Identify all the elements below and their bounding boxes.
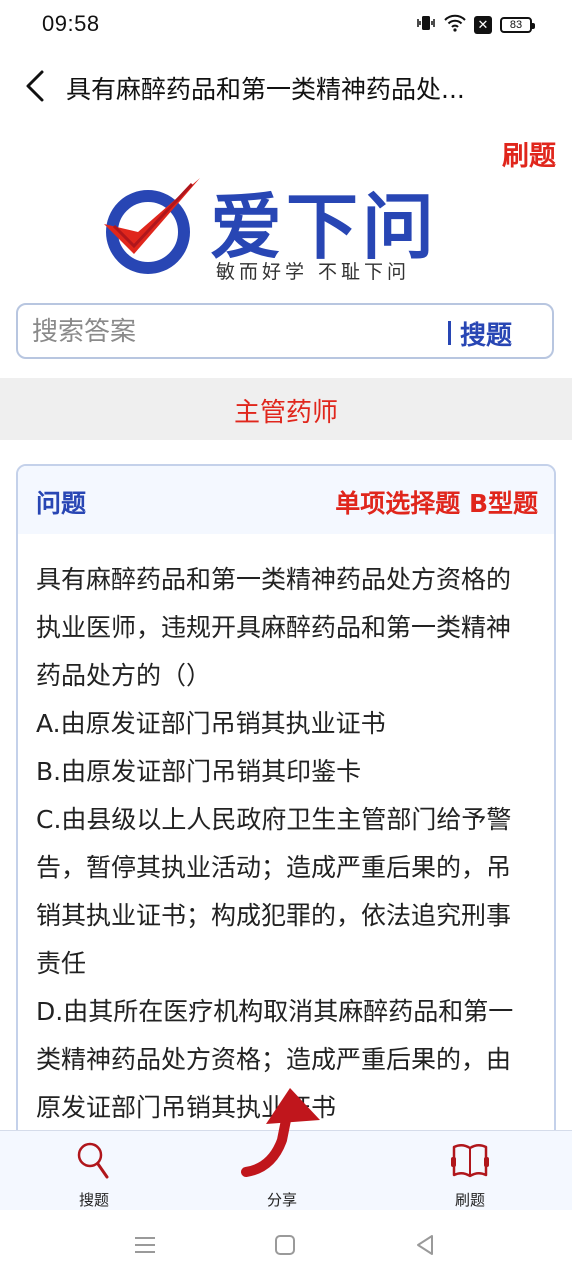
question-type: 单项选择题 B型题 (335, 489, 538, 518)
tab-brush[interactable]: 刷题 (420, 1137, 520, 1209)
option-b: B.由原发证部门吊销其印鉴卡 (36, 757, 362, 786)
search-divider (448, 321, 451, 345)
question-stem: 具有麻醉药品和第一类精神药品处方资格的执业医师，违规开具麻醉药品和第一类精神药品… (36, 565, 512, 690)
question-card-header: 问题 单项选择题 B型题 (18, 466, 554, 534)
menu-button[interactable] (130, 1230, 160, 1260)
brush-questions-link[interactable]: 刷题 (502, 134, 556, 173)
vibrate-icon (416, 13, 436, 37)
home-icon (275, 1235, 295, 1255)
back-nav-button[interactable] (410, 1230, 440, 1260)
question-card: 问题 单项选择题 B型题 具有麻醉药品和第一类精神药品处方资格的执业医师，违规开… (16, 464, 556, 1164)
category-band: 主管药师 (0, 378, 572, 440)
search-icon (77, 1142, 109, 1179)
battery-level: 83 (509, 19, 523, 31)
tab-brush-label: 刷题 (454, 1191, 485, 1209)
back-triangle-icon (417, 1235, 433, 1255)
search-button[interactable]: 搜题 (460, 315, 512, 352)
navigation-bar: 具有麻醉药品和第一类精神药品处... (0, 50, 572, 120)
home-button[interactable] (270, 1230, 300, 1260)
tab-search[interactable]: 搜题 (44, 1137, 144, 1209)
back-button[interactable] (18, 66, 54, 106)
status-icons: ✕ 83 (416, 13, 535, 37)
logo-slogan: 敏而好学 不耻下问 (216, 261, 410, 283)
status-bar: 09:58 ✕ 83 (0, 0, 572, 50)
logo: 爱下问 敏而好学 不耻下问 (100, 174, 480, 284)
book-icon (451, 1144, 489, 1178)
search-box: 搜题 (16, 303, 554, 359)
logo-mark: 爱下问 敏而好学 不耻下问 (104, 178, 438, 283)
category-title: 主管药师 (233, 398, 338, 428)
battery-icon: 83 (500, 17, 535, 33)
share-icon[interactable] (238, 1080, 328, 1180)
question-body: 具有麻醉药品和第一类精神药品处方资格的执业医师，违规开具麻醉药品和第一类精神药品… (36, 556, 532, 1132)
search-input[interactable] (32, 313, 412, 351)
status-time: 09:58 (42, 11, 100, 36)
header-area: 刷题 爱下问 敏而好学 不耻下问 搜题 (0, 120, 572, 378)
wifi-icon (444, 14, 466, 36)
system-navigation-bar (0, 1210, 572, 1280)
question-label: 问题 (36, 489, 87, 518)
tab-search-label: 搜题 (78, 1191, 109, 1209)
chevron-left-icon (26, 70, 44, 102)
tab-share-label: 分享 (266, 1191, 297, 1209)
menu-icon (135, 1237, 155, 1253)
page-title: 具有麻醉药品和第一类精神药品处... (66, 75, 465, 104)
no-sim-icon: ✕ (474, 16, 492, 34)
logo-brand: 爱下问 (210, 185, 438, 269)
option-c: C.由县级以上人民政府卫生主管部门给予警告，暂停其执业活动；造成严重后果的，吊销… (36, 805, 512, 978)
option-a: A.由原发证部门吊销其执业证书 (36, 709, 386, 738)
